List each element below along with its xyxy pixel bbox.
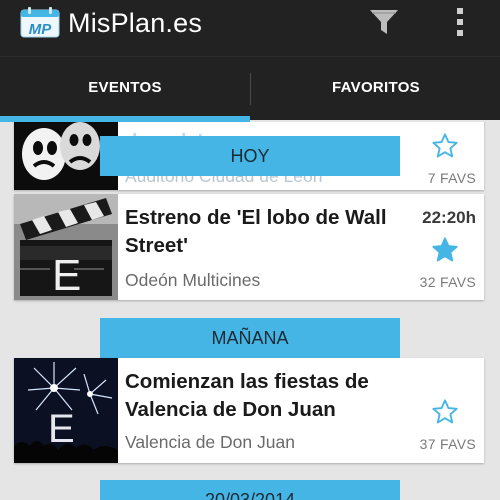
action-bar: MP MisPlan.es	[0, 0, 500, 56]
logo-text: MP	[29, 21, 52, 38]
event-venue: Valencia de Don Juan	[125, 432, 295, 452]
event-favs: 7 FAVS	[427, 170, 476, 186]
filter-icon[interactable]	[369, 8, 399, 36]
event-time: 22:20h	[422, 208, 476, 227]
star-outline-icon[interactable]	[431, 132, 459, 160]
event-thumbnail: E	[14, 358, 118, 463]
event-list[interactable]: duende' Auditorio Ciudad de León 7 FAVS …	[0, 122, 500, 500]
event-title: Estreno de 'El lobo de Wall Street'	[125, 206, 387, 257]
star-outline-icon[interactable]	[431, 398, 459, 426]
overflow-menu-icon[interactable]	[452, 6, 468, 38]
calendar-logo-icon[interactable]: MP	[20, 6, 60, 38]
event-card[interactable]: E Comienzan las fiestas de Valencia de D…	[14, 358, 484, 463]
event-favs: 32 FAVS	[419, 274, 476, 290]
svg-text:E: E	[52, 251, 81, 300]
event-venue: Odeón Multicines	[125, 270, 261, 290]
event-favs: 37 FAVS	[419, 436, 476, 452]
event-title: Comienzan las fiestas de Valencia de Don…	[125, 370, 369, 421]
tab-bar: EVENTOS FAVORITOS	[0, 56, 500, 120]
tab-favoritos[interactable]: FAVORITOS	[251, 57, 500, 121]
event-thumbnail: E	[14, 194, 118, 300]
event-card[interactable]: E Estreno de 'El lobo de Wall Street' 22…	[14, 194, 484, 300]
section-header-date: 20/03/2014	[100, 480, 400, 500]
section-header-hoy: HOY	[100, 136, 400, 176]
app-title: MisPlan.es	[68, 8, 203, 38]
star-filled-icon[interactable]	[431, 236, 459, 264]
section-header-manana: MAÑANA	[100, 318, 400, 358]
tab-eventos[interactable]: EVENTOS	[0, 57, 250, 121]
